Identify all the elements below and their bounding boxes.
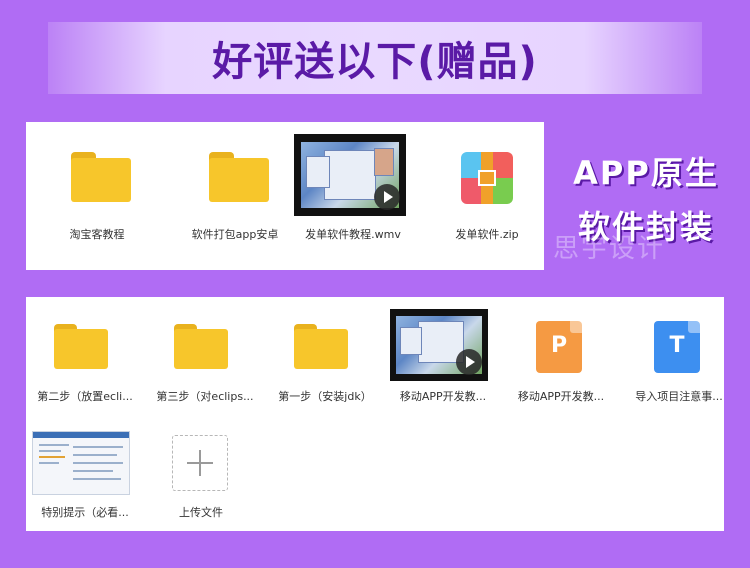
file-item-special-notice[interactable]: 特别提示（必看... [26, 421, 144, 531]
folder-icon [294, 324, 348, 369]
file-label: 移动APP开发教... [399, 390, 487, 403]
screenshot-thumbnail [32, 431, 130, 495]
folder-icon [209, 152, 269, 202]
file-item-zip[interactable]: 发单软件.zip [428, 122, 546, 270]
file-label: 特别提示（必看... [41, 506, 129, 519]
plus-icon [172, 435, 228, 491]
video-thumbnail [294, 134, 406, 216]
watermark: 思宇设计 [553, 234, 666, 264]
upload-label: 上传文件 [179, 506, 223, 519]
text-file-icon: T [654, 321, 700, 373]
file-label: 发单软件教程.wmv [305, 228, 401, 241]
banner-title: 好评送以下(赠品) [212, 39, 538, 85]
folder-icon [71, 152, 131, 202]
title-banner: 好评送以下(赠品) [48, 22, 702, 94]
file-label: 第三步（对eclips... [156, 390, 254, 403]
file-label: 淘宝客教程 [69, 228, 125, 241]
file-label: 第一步（安装jdk） [278, 390, 372, 403]
side-heading-line1: APP原生 [573, 154, 719, 192]
file-item-app-video[interactable]: 移动APP开发教... [384, 297, 502, 407]
file-item-taobao-tutorial[interactable]: 淘宝客教程 [38, 122, 156, 270]
upload-file-button[interactable]: 上传文件 [142, 421, 260, 531]
ppt-file-icon: P [536, 321, 582, 373]
file-item-video-tutorial[interactable]: 发单软件教程.wmv [294, 122, 412, 270]
file-item-app-ppt[interactable]: P 移动APP开发教... [502, 297, 620, 407]
file-item-app-packaging[interactable]: 软件打包app安卓 [176, 122, 294, 270]
file-panel-gifts: 淘宝客教程 软件打包app安卓 发单软件教程.wmv 发单软件.zip [26, 122, 544, 270]
video-thumbnail [390, 309, 488, 381]
file-panel-tutorials: 第二步（放置ecli... 第三步（对eclips... 第一步（安装jdk） … [26, 297, 724, 531]
file-label: 第二步（放置ecli... [37, 390, 133, 403]
play-icon [374, 184, 400, 210]
folder-icon [54, 324, 108, 369]
file-item-import-notes[interactable]: T 导入项目注意事... [620, 297, 738, 407]
play-icon [456, 349, 482, 375]
file-item-step-two[interactable]: 第二步（放置ecli... [26, 297, 144, 407]
zip-archive-icon [461, 152, 513, 204]
folder-icon [174, 324, 228, 369]
file-label: 移动APP开发教... [517, 390, 605, 403]
file-label: 发单软件.zip [455, 228, 519, 241]
file-item-step-three[interactable]: 第三步（对eclips... [146, 297, 264, 407]
file-label: 软件打包app安卓 [191, 228, 279, 241]
file-item-step-one[interactable]: 第一步（安装jdk） [266, 297, 384, 407]
file-label: 导入项目注意事... [635, 390, 723, 403]
